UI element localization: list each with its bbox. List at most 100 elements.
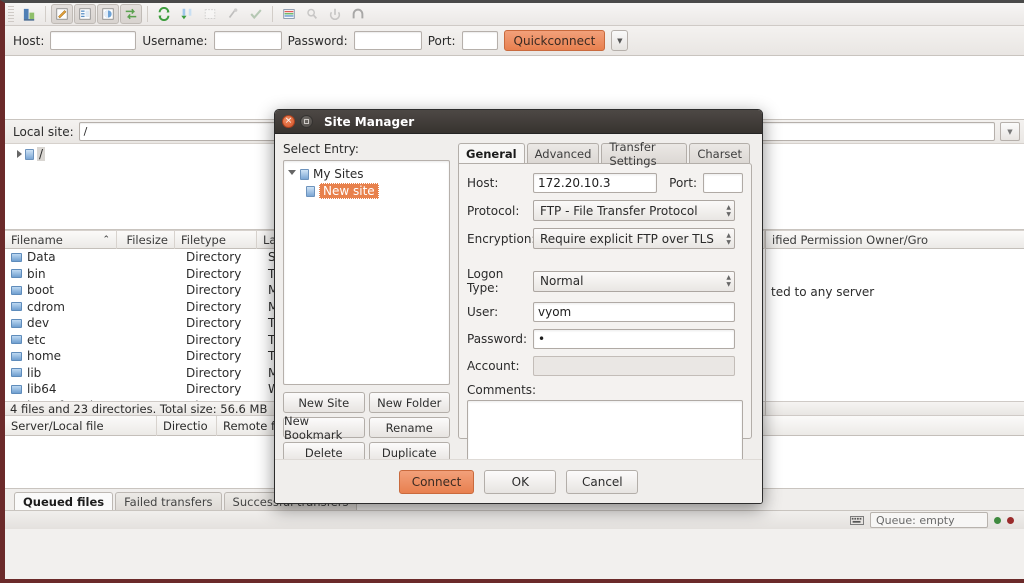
cell-filename: dev	[27, 316, 50, 331]
process-queue-icon[interactable]	[176, 4, 198, 24]
folder-icon	[11, 384, 22, 394]
quickconnect-password-input[interactable]	[353, 31, 422, 50]
cancel-button[interactable]: Cancel	[566, 469, 639, 494]
directory-comparison-icon[interactable]	[222, 4, 244, 24]
rename-button[interactable]: Rename	[368, 417, 450, 438]
main-toolbar	[5, 3, 1024, 26]
cell-filename: lib64	[27, 382, 57, 397]
cell-filetype: Directory	[186, 382, 242, 397]
ok-button[interactable]: OK	[484, 469, 557, 494]
toggle-local-tree-icon[interactable]	[74, 4, 96, 24]
queue-status-field: Queue: empty	[870, 512, 988, 528]
column-filetype[interactable]: Filetype	[175, 230, 257, 249]
tab-charset[interactable]: Charset	[689, 143, 750, 163]
logon-type-label: Logon Type:	[467, 267, 504, 295]
site-tree-button-grid: New Site New Folder New Bookmark Rename Dele…	[283, 392, 450, 463]
queue-column-server-local-file[interactable]: Server/Local file	[5, 415, 157, 436]
tree-item-my-sites[interactable]: My Sites	[288, 166, 445, 182]
remote-file-list[interactable]: ted to any server	[766, 249, 1024, 401]
account-input	[533, 356, 735, 376]
folder-icon	[11, 368, 22, 378]
remote-columns-visible[interactable]: ified Permission Owner/Gro	[766, 230, 1024, 249]
chevron-down-icon[interactable]: ▼	[611, 30, 629, 51]
tab-advanced[interactable]: Advanced	[526, 143, 600, 163]
cell-filetype: Directory	[186, 283, 242, 298]
site-manager-icon[interactable]	[18, 4, 40, 24]
queue-tab-1[interactable]: Failed transfers	[115, 492, 222, 510]
user-input[interactable]: vyom	[533, 302, 735, 322]
new-site-button[interactable]: New Site	[283, 392, 365, 413]
folder-icon	[11, 252, 22, 262]
keyboard-icon	[850, 515, 864, 525]
logon-type-value: Normal	[540, 274, 584, 288]
compare-directories-icon[interactable]	[199, 4, 221, 24]
user-label: User:	[467, 305, 499, 319]
tab-transfer-settings[interactable]: Transfer Settings	[601, 140, 688, 168]
spinner-icon[interactable]: ▲ ▼	[726, 232, 731, 245]
maximize-icon[interactable]	[300, 115, 313, 128]
comments-textarea[interactable]	[467, 400, 743, 468]
cell-filetype: Directory	[186, 266, 242, 281]
chevron-right-icon[interactable]	[17, 150, 22, 158]
chevron-down-icon[interactable]: ▼	[1000, 122, 1020, 141]
toggle-remote-tree-icon[interactable]	[97, 4, 119, 24]
host-label: Host:	[467, 176, 499, 190]
chevron-down-icon[interactable]	[288, 169, 296, 179]
queue-tab-0[interactable]: Queued files	[14, 492, 114, 510]
drive-icon	[25, 148, 34, 160]
folder-icon	[11, 285, 22, 295]
password-input[interactable]: •	[533, 329, 735, 349]
host-input[interactable]: 172.20.10.3	[533, 173, 657, 193]
reconnect-icon[interactable]	[347, 4, 369, 24]
encryption-value: Require explicit FTP over TLS	[540, 231, 714, 246]
remote-file-list-header: ified Permission Owner/Gro	[766, 230, 1024, 249]
close-icon[interactable]: ×	[282, 115, 295, 128]
tree-item-new-site[interactable]: New site	[288, 182, 445, 200]
toolbar-separator	[147, 6, 148, 22]
toolbar-separator	[45, 6, 46, 22]
encryption-select[interactable]: Require explicit FTP over TLS ▲ ▼	[533, 228, 735, 249]
quickconnect-port-input[interactable]	[461, 31, 498, 50]
cell-filetype: Directory	[186, 316, 242, 331]
spinner-icon[interactable]: ▲ ▼	[726, 275, 731, 288]
search-remote-files-icon[interactable]	[301, 4, 323, 24]
queue-column-direction[interactable]: Directio	[157, 415, 217, 436]
host-row: Host: 172.20.10.3 Port:	[467, 173, 743, 193]
dialog-footer: Connect OK Cancel	[275, 459, 762, 503]
cell-filename: Data	[27, 250, 56, 265]
new-bookmark-button[interactable]: New Bookmark	[283, 414, 365, 442]
dialog-title-bar[interactable]: × Site Manager	[275, 110, 762, 134]
quickconnect-host-input[interactable]	[50, 31, 137, 50]
logon-type-select[interactable]: Normal ▲ ▼	[533, 270, 735, 292]
form-spacer	[467, 256, 743, 267]
toggle-transfer-queue-icon[interactable]	[120, 4, 142, 24]
toolbar-gripper[interactable]	[8, 6, 14, 22]
folder-icon	[300, 168, 309, 180]
site-manager-right-column: General Advanced Transfer Settings Charset …	[458, 140, 752, 468]
cell-filename: cdrom	[27, 299, 65, 314]
toggle-message-log-icon[interactable]	[51, 4, 73, 24]
quickconnect-username-input[interactable]	[213, 31, 282, 50]
protocol-select[interactable]: FTP - File Transfer Protocol ▲ ▼	[533, 200, 735, 221]
column-filesize[interactable]: Filesize	[117, 230, 175, 249]
column-filename[interactable]: Filename ⌃	[5, 230, 117, 249]
folder-icon	[11, 302, 22, 312]
port-input[interactable]	[703, 173, 743, 193]
cell-filename: bin	[27, 266, 46, 281]
folder-icon	[11, 351, 22, 361]
connect-button[interactable]: Connect	[398, 469, 475, 494]
filter-icon[interactable]	[278, 4, 300, 24]
tab-general[interactable]: General	[458, 143, 525, 163]
tree-item-label: /	[37, 147, 46, 161]
quickconnect-button[interactable]: Quickconnect	[503, 30, 606, 51]
spinner-icon[interactable]: ▲ ▼	[726, 204, 731, 217]
remote-file-list-pane: ified Permission Owner/Gro ted to any se…	[765, 230, 1024, 416]
refresh-icon[interactable]	[153, 4, 175, 24]
connection-led-red	[1007, 516, 1014, 524]
disconnect-icon[interactable]	[324, 4, 346, 24]
new-folder-button[interactable]: New Folder	[368, 392, 450, 413]
synchronized-browsing-icon[interactable]	[245, 4, 267, 24]
site-entry-tree[interactable]: My Sites New site	[283, 160, 450, 385]
protocol-label: Protocol:	[467, 203, 520, 218]
protocol-row: Protocol: FTP - File Transfer Protocol ▲…	[467, 200, 743, 221]
